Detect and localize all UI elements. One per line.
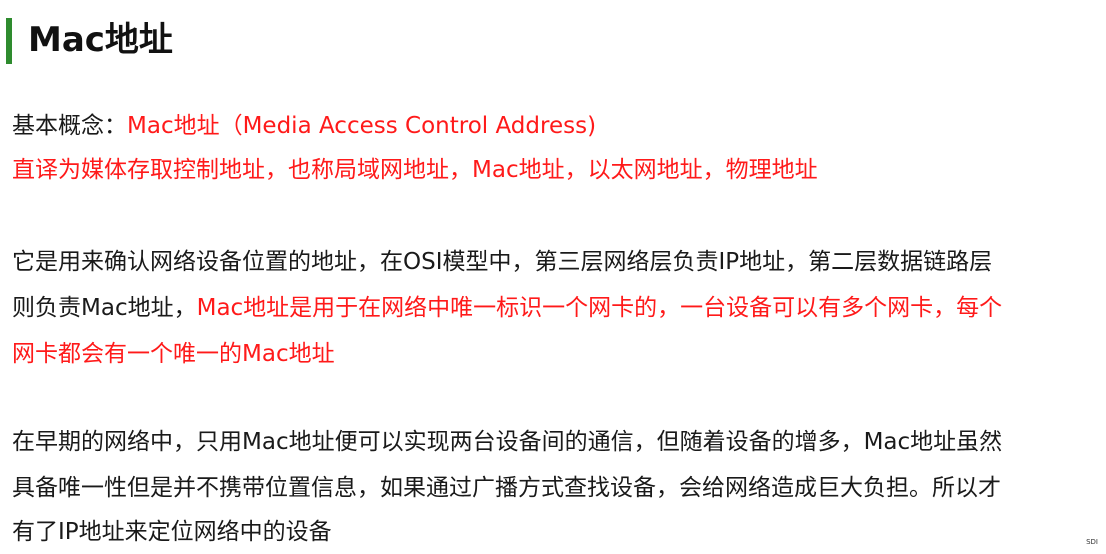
paragraph3-line2: 具备唯一性但是并不携带位置信息，如果通过广播方式查找设备，会给网络造成巨大负担。…: [12, 475, 1001, 501]
concept-line: 基本概念：Mac地址（Media Access Control Address): [12, 104, 596, 148]
page-title: Mac地址: [28, 20, 173, 60]
paragraph3-line3: 有了IP地址来定位网络中的设备: [12, 519, 332, 545]
title-accent-bar: [6, 18, 12, 64]
paragraph2-line2-red: Mac地址是用于在网络中唯一标识一个网卡的，一台设备可以有多个网卡，每个: [196, 295, 1003, 321]
paragraph2-line2: 则负责Mac地址，Mac地址是用于在网络中唯一标识一个网卡的，一台设备可以有多个…: [12, 286, 1002, 330]
paragraph2-line1: 它是用来确认网络设备位置的地址，在OSI模型中，第三层网络层负责IP地址，第二层…: [12, 249, 993, 275]
concept-label: 基本概念：: [12, 113, 127, 139]
slide-mark: SDI: [1086, 538, 1098, 546]
concept-term: Mac地址（Media Access Control Address): [127, 113, 597, 139]
paragraph3-line1: 在早期的网络中，只用Mac地址便可以实现两台设备间的通信，但随着设备的增多，Ma…: [12, 429, 1003, 455]
concept-translation: 直译为媒体存取控制地址，也称局域网地址，Mac地址，以太网地址，物理地址: [12, 157, 818, 183]
paragraph2-line3: 网卡都会有一个唯一的Mac地址: [12, 341, 335, 367]
paragraph2-line2-black: 则负责Mac地址，: [12, 295, 197, 321]
